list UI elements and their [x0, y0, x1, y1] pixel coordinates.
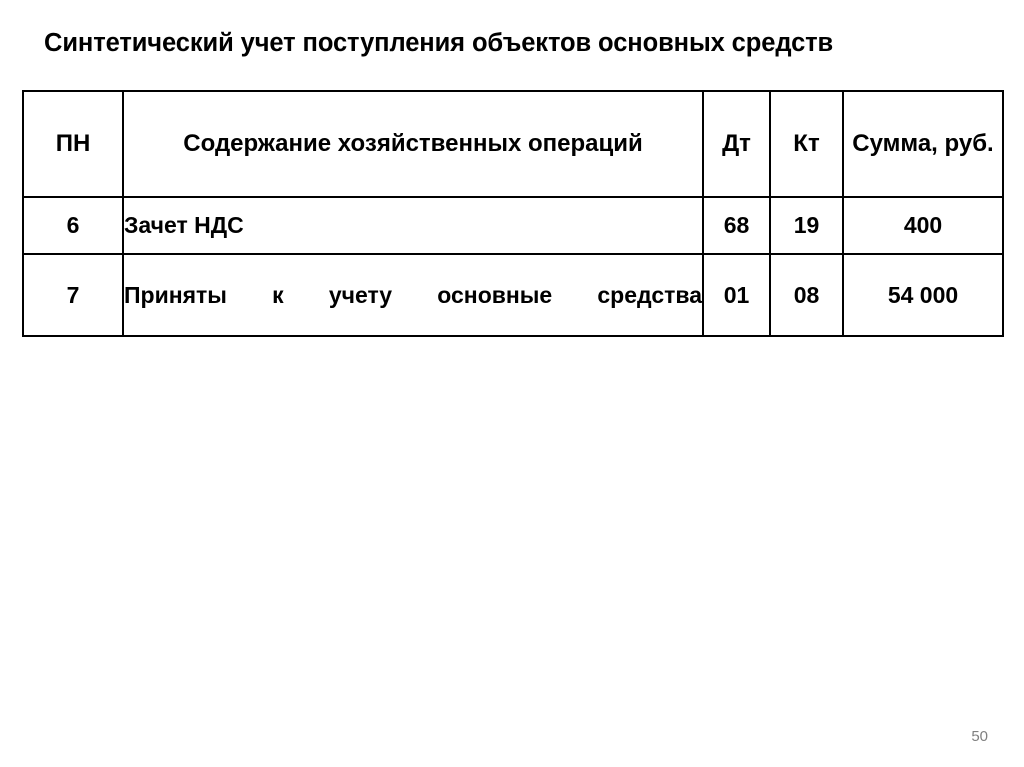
- cell-description: Приняты к учету основные средства: [122, 253, 704, 337]
- column-header-credit: Кт: [769, 90, 844, 198]
- cell-debit: 01: [702, 253, 771, 337]
- cell-description: Зачет НДС: [122, 196, 704, 255]
- cell-debit: 68: [702, 196, 771, 255]
- cell-credit: 19: [769, 196, 844, 255]
- column-header-num: ПН: [22, 90, 124, 198]
- cell-amount: 54 000: [842, 253, 1004, 337]
- column-header-description: Содержание хозяйственных операций: [122, 90, 704, 198]
- cell-credit: 08: [769, 253, 844, 337]
- slide: Синтетический учет поступления объектов …: [0, 0, 1024, 767]
- cell-num: 6: [22, 196, 124, 255]
- page-title: Синтетический учет поступления объектов …: [44, 29, 834, 57]
- table-row: 7 Приняты к учету основные средства 01 0…: [22, 253, 1004, 337]
- column-header-debit: Дт: [702, 90, 771, 198]
- table-row: 6 Зачет НДС 68 19 400: [22, 196, 1004, 255]
- ledger-table-container: ПН Содержание хозяйственных операций Дт …: [22, 90, 1004, 337]
- page-number: 50: [971, 728, 988, 745]
- column-header-amount: Сумма, руб.: [842, 90, 1004, 198]
- cell-num: 7: [22, 253, 124, 337]
- cell-amount: 400: [842, 196, 1004, 255]
- ledger-table: ПН Содержание хозяйственных операций Дт …: [22, 90, 1004, 337]
- table-header-row: ПН Содержание хозяйственных операций Дт …: [22, 90, 1004, 198]
